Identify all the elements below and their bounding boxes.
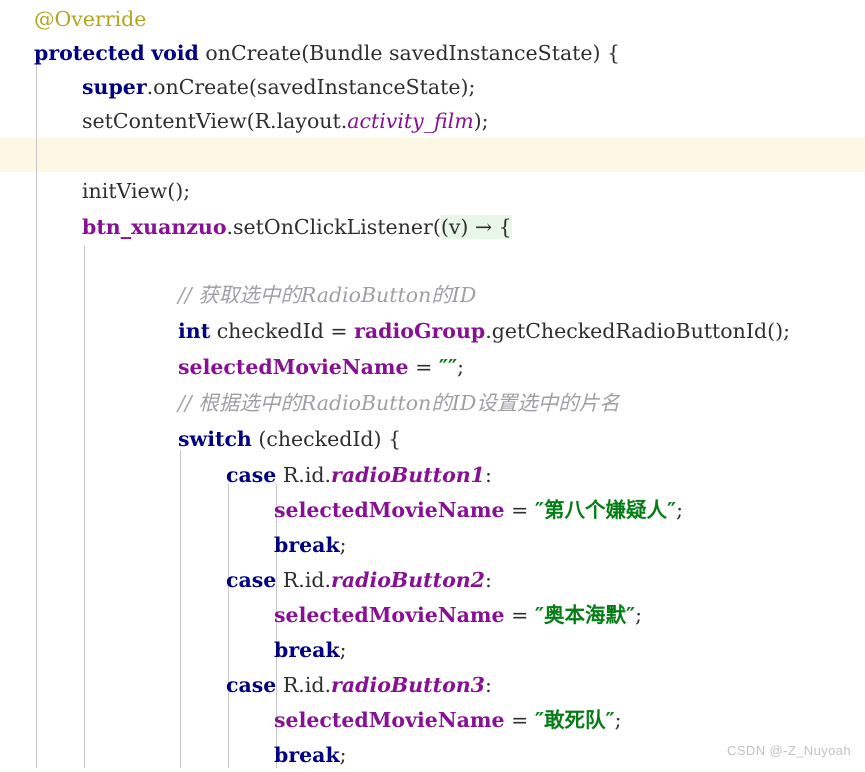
- code-line[interactable]: super.onCreate(savedInstanceState);: [0, 70, 865, 104]
- code-token-plain: ;: [457, 355, 465, 379]
- code-token-staticb: radioButton2: [331, 568, 485, 592]
- code-line[interactable]: btn_xuanzuo.setOnClickListener((v) → {: [0, 210, 865, 244]
- code-token-plain: (: [432, 215, 441, 239]
- code-token-keyword: case: [226, 568, 277, 592]
- code-token-static: activity_film: [347, 109, 474, 133]
- code-token-plain: (savedInstanceState);: [248, 75, 476, 99]
- code-token-plain: R.: [276, 463, 305, 487]
- code-token-field: selectedMovieName: [178, 355, 409, 379]
- code-token-keyword: super: [82, 75, 147, 99]
- code-line[interactable]: [0, 138, 865, 172]
- code-token-plain: (R.: [246, 109, 277, 133]
- code-token-comment: // 根据选中的RadioButton的ID设置选中的片名: [178, 391, 620, 415]
- code-token-plain: ;: [635, 603, 643, 627]
- code-token-method: setOnClickListener: [233, 215, 433, 239]
- code-token-plain: =: [504, 498, 535, 522]
- code-token-plain: ();: [167, 179, 191, 203]
- code-token-plain: ;: [676, 498, 684, 522]
- code-line[interactable]: setContentView(R.layout.activity_film);: [0, 104, 865, 138]
- code-token-plain: R.: [276, 673, 305, 697]
- code-token-plain: ;: [339, 743, 347, 767]
- code-token-plain: checkedId =: [210, 319, 355, 343]
- code-line[interactable]: initView();: [0, 174, 865, 208]
- code-token-annot: @Override: [34, 7, 147, 31]
- code-token-string: ″第八个嫌疑人″: [534, 498, 677, 522]
- code-line[interactable]: int checkedId = radioGroup.getCheckedRad…: [0, 314, 865, 348]
- code-line[interactable]: @Override: [0, 2, 865, 36]
- code-token-staticb: radioButton1: [331, 463, 485, 487]
- code-line[interactable]: break;: [0, 633, 865, 667]
- code-token-staticb: radioButton3: [331, 673, 485, 697]
- code-token-method: setContentView: [82, 109, 247, 133]
- code-token-field: btn_xuanzuo: [82, 215, 227, 239]
- code-line[interactable]: // 获取选中的RadioButton的ID: [0, 278, 865, 312]
- code-token-plain: (Bundle savedInstanceState) {: [301, 41, 621, 65]
- code-line[interactable]: case R.id.radioButton3:: [0, 668, 865, 702]
- code-token-keyword: int: [178, 319, 211, 343]
- code-token-field: selectedMovieName: [274, 603, 505, 627]
- code-token-plain: ();: [767, 319, 790, 343]
- code-token-field: selectedMovieName: [274, 708, 505, 732]
- code-token-method: onCreate: [153, 75, 249, 99]
- code-token-keyword: break: [274, 638, 340, 662]
- code-line[interactable]: selectedMovieName = ″第八个嫌疑人″;: [0, 493, 865, 527]
- code-token-plain: =: [504, 603, 535, 627]
- code-token-comment: // 获取选中的RadioButton的ID: [178, 283, 477, 307]
- code-token-plain: ;: [339, 533, 347, 557]
- code-line[interactable]: selectedMovieName = ″奥本海默″;: [0, 598, 865, 632]
- code-token-plain: :: [484, 673, 492, 697]
- code-token-plain: R.: [276, 568, 305, 592]
- code-token-plain: id: [304, 673, 325, 697]
- code-line[interactable]: case R.id.radioButton1:: [0, 458, 865, 492]
- code-token-plain: =: [504, 708, 535, 732]
- code-token-keyword: break: [274, 743, 340, 767]
- code-line[interactable]: selectedMovieName = ″″;: [0, 350, 865, 384]
- code-token-field: selectedMovieName: [274, 498, 505, 522]
- code-token-string: ″奥本海默″: [534, 603, 636, 627]
- code-line[interactable]: // 根据选中的RadioButton的ID设置选中的片名: [0, 386, 865, 420]
- code-token-field: radioGroup: [354, 319, 486, 343]
- code-token-method: getCheckedRadioButtonId: [491, 319, 768, 343]
- code-token-plain: ;: [339, 638, 347, 662]
- code-line[interactable]: selectedMovieName = ″敢死队″;: [0, 703, 865, 737]
- code-line[interactable]: case R.id.radioButton2:: [0, 563, 865, 597]
- code-editor-view: @Override protected void onCreate(Bundle …: [0, 0, 865, 768]
- code-token-keyword: switch: [178, 427, 252, 451]
- code-token-plain: id: [304, 463, 325, 487]
- code-token-plain: (checkedId) {: [251, 427, 402, 451]
- code-token-keyword: break: [274, 533, 340, 557]
- code-token-method: onCreate: [198, 41, 302, 65]
- code-line[interactable]: switch (checkedId) {: [0, 422, 865, 456]
- code-token-plain: =: [408, 355, 439, 379]
- code-token-keyword: void: [151, 41, 199, 65]
- code-token-plain: (v) → {: [440, 215, 512, 239]
- code-token-string: ″″: [438, 355, 458, 379]
- code-token-keyword: case: [226, 673, 277, 697]
- code-line[interactable]: break;: [0, 528, 865, 562]
- code-token-plain: :: [484, 568, 492, 592]
- code-token-string: ″敢死队″: [534, 708, 615, 732]
- code-token-method: initView: [82, 179, 168, 203]
- code-token-plain: );: [473, 109, 489, 133]
- code-token-keyword: case: [226, 463, 277, 487]
- code-token-plain: layout: [276, 109, 341, 133]
- code-token-plain: :: [484, 463, 492, 487]
- code-token-plain: id: [304, 568, 325, 592]
- code-token-plain: ;: [614, 708, 622, 732]
- code-line[interactable]: protected void onCreate(Bundle savedInst…: [0, 36, 865, 70]
- code-token-keyword: protected: [34, 41, 145, 65]
- watermark: CSDN @-Z_Nuyoah: [727, 743, 851, 758]
